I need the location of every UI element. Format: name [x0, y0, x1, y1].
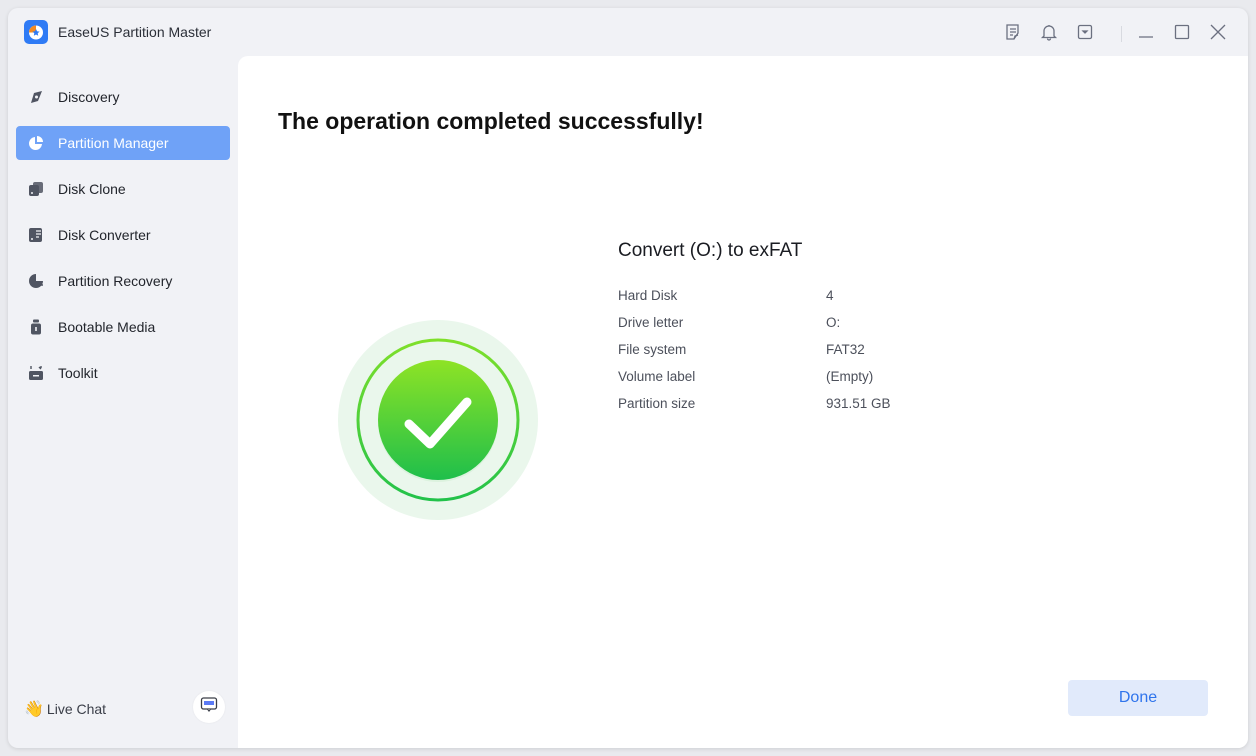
detail-value: 4	[826, 288, 834, 303]
detail-key: Hard Disk	[618, 288, 678, 303]
detail-row: Drive letter O:	[618, 309, 1018, 336]
compass-icon	[27, 88, 45, 106]
detail-key: File system	[618, 342, 687, 357]
notes-icon[interactable]	[1003, 22, 1023, 42]
live-chat-label: Live Chat	[46, 701, 107, 717]
sidebar-item-label: Discovery	[58, 89, 120, 105]
detail-value: (Empty)	[826, 369, 874, 384]
detail-row: Partition size 931.51 GB	[618, 390, 1018, 417]
close-icon[interactable]	[1208, 22, 1228, 42]
title-bar: EaseUS Partition Master	[8, 8, 1248, 56]
sidebar-item-toolkit[interactable]: Toolkit	[16, 356, 230, 390]
main-panel: The operation completed successfully! Co…	[238, 56, 1248, 748]
sidebar-item-label: Partition Recovery	[58, 273, 173, 289]
sidebar-item-bootable-media[interactable]: Bootable Media	[16, 310, 230, 344]
dropdown-icon[interactable]	[1075, 22, 1095, 42]
detail-key: Volume label	[618, 369, 696, 384]
sidebar-item-label: Partition Manager	[58, 135, 169, 151]
partition-recovery-icon	[27, 272, 45, 290]
chat-bubble-icon	[200, 696, 218, 719]
sidebar-item-discovery[interactable]: Discovery	[16, 80, 230, 114]
bell-icon[interactable]	[1039, 22, 1059, 42]
toolkit-icon	[27, 364, 45, 382]
titlebar-divider	[1121, 26, 1122, 42]
operation-title: Convert (O:) to exFAT	[618, 240, 803, 261]
disk-clone-icon	[27, 180, 45, 198]
sidebar-item-disk-converter[interactable]: Disk Converter	[16, 218, 230, 252]
app-logo-icon	[24, 20, 48, 44]
detail-value: FAT32	[826, 342, 865, 357]
chat-button[interactable]	[193, 691, 225, 723]
pie-chart-icon	[27, 134, 45, 152]
live-chat-link[interactable]: 👋 Live Chat	[24, 699, 106, 719]
done-button[interactable]: Done	[1068, 680, 1208, 716]
minimize-icon[interactable]	[1136, 22, 1156, 42]
detail-row: File system FAT32	[618, 336, 1018, 363]
sidebar-item-label: Toolkit	[58, 365, 98, 381]
sidebar-item-disk-clone[interactable]: Disk Clone	[16, 172, 230, 206]
sidebar-item-partition-manager[interactable]: Partition Manager	[16, 126, 230, 160]
sidebar-item-partition-recovery[interactable]: Partition Recovery	[16, 264, 230, 298]
usb-drive-icon	[27, 318, 45, 336]
sidebar-item-label: Disk Converter	[58, 227, 151, 243]
waving-hand-icon: 👋	[24, 701, 44, 718]
detail-row: Volume label (Empty)	[618, 363, 1018, 390]
disk-converter-icon	[27, 226, 45, 244]
app-title: EaseUS Partition Master	[58, 24, 212, 40]
detail-value: O:	[826, 315, 841, 330]
sidebar-item-label: Bootable Media	[58, 319, 156, 335]
detail-value: 931.51 GB	[826, 396, 891, 411]
detail-key: Drive letter	[618, 315, 684, 330]
detail-row: Hard Disk 4	[618, 282, 1018, 309]
detail-key: Partition size	[618, 396, 696, 411]
page-title: The operation completed successfully!	[278, 108, 704, 134]
app-window: EaseUS Partition Master Discovery Partit…	[8, 8, 1248, 748]
maximize-icon[interactable]	[1172, 22, 1192, 42]
success-check-icon	[338, 320, 538, 520]
sidebar: Discovery Partition Manager Disk Clone D…	[8, 56, 238, 748]
operation-details: Convert (O:) to exFAT Hard Disk 4 Drive …	[618, 240, 1018, 417]
sidebar-item-label: Disk Clone	[58, 181, 126, 197]
